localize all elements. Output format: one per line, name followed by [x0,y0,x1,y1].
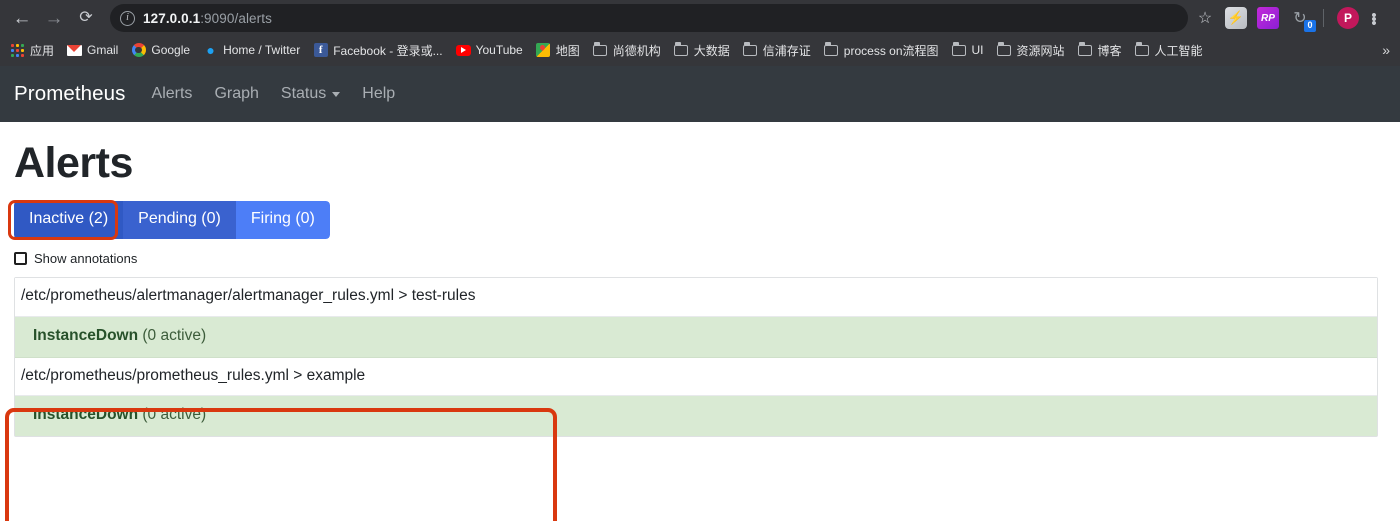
address-bar[interactable]: i 127.0.0.1:9090/alerts [110,4,1188,32]
bookmark-folder-blog[interactable]: 博客 [1078,42,1122,59]
folder-icon [997,42,1012,58]
bookmark-folder-ai[interactable]: 人工智能 [1135,42,1203,59]
bookmark-facebook[interactable]: f Facebook - 登录或... [313,42,443,59]
url-text: 127.0.0.1:9090/alerts [143,11,272,26]
bookmark-label: UI [971,43,984,57]
nav-label: Graph [214,85,259,102]
alert-rule-count: (0 active) [142,326,207,344]
bookmark-label: Google [151,43,191,57]
bookmark-label: 大数据 [693,43,730,58]
nav-item-status[interactable]: Status [280,85,341,103]
bookmark-label: 地图 [555,43,580,58]
bookmark-label: 应用 [30,43,55,58]
extension-cloud-icon[interactable]: ↻ 0 [1289,7,1316,32]
facebook-icon: f [313,43,328,58]
url-path: :9090/alerts [200,10,272,26]
nav-label: Status [280,85,327,102]
bookmarks-bar: 应用 Gmail Google ● Home / Twitter f Faceb… [0,36,1400,64]
bookmarks-overflow-icon[interactable]: » [1382,42,1390,58]
maps-icon [536,43,551,58]
browser-chrome: ← → ⟳ i 127.0.0.1:9090/alerts ☆ ⚡ RP ↻ 0… [0,0,1400,66]
folder-icon [1078,42,1093,58]
nav-item-help[interactable]: Help [362,85,395,103]
bookmark-folder-bigdata[interactable]: 大数据 [674,42,730,59]
youtube-icon [455,43,471,58]
alert-rule-row[interactable]: InstanceDown (0 active) [15,316,1377,358]
folder-icon [1135,42,1150,58]
reload-icon[interactable]: ⟳ [72,4,100,32]
bookmark-label: Home / Twitter [223,43,301,57]
browser-toolbar: ← → ⟳ i 127.0.0.1:9090/alerts ☆ ⚡ RP ↻ 0… [0,0,1400,36]
page-title: Alerts [14,139,133,187]
nav-label: Alerts [151,85,193,102]
tab-firing[interactable]: Firing (0) [235,201,330,239]
avatar[interactable]: P [1337,7,1359,29]
forward-icon[interactable]: → [40,4,68,32]
bookmark-label: YouTube [475,43,523,57]
back-icon[interactable]: ← [8,4,36,32]
show-annotations-label: Show annotations [34,250,138,266]
folder-icon [952,42,967,58]
nav-item-graph[interactable]: Graph [214,85,258,103]
bookmark-label: 信浦存证 [762,43,811,58]
bookmark-label: 资源网站 [1016,43,1065,58]
bookmark-folder-shangde[interactable]: 尚德机构 [593,42,661,59]
alert-rule-name: InstanceDown [33,406,139,424]
bookmark-twitter[interactable]: ● Home / Twitter [203,42,301,58]
chevron-down-icon [332,91,341,97]
bookmark-label: 人工智能 [1154,43,1203,58]
folder-icon [593,42,608,58]
nav-item-alerts[interactable]: Alerts [152,85,193,103]
show-annotations-checkbox[interactable] [14,251,27,265]
show-annotations-row[interactable]: Show annotations [14,251,1386,266]
alert-group-header[interactable]: /etc/prometheus/prometheus_rules.yml > e… [15,357,1377,397]
tab-pending[interactable]: Pending (0) [123,201,236,239]
nav-label: Help [362,85,396,102]
folder-icon [824,42,839,58]
bookmark-folder-processon[interactable]: process on流程图 [824,42,939,59]
bookmark-youtube[interactable]: YouTube [455,43,523,58]
bookmark-maps[interactable]: 地图 [536,42,580,59]
folder-icon [743,42,758,58]
toolbar-divider [1323,9,1324,27]
bookmark-label: process on流程图 [843,43,939,58]
apps-grid-icon [10,43,25,58]
brand-prometheus[interactable]: Prometheus [14,82,126,106]
bookmark-label: 尚德机构 [612,43,661,58]
bookmark-google[interactable]: Google [131,43,190,58]
bookmark-star-icon[interactable]: ☆ [1192,8,1218,28]
twitter-icon: ● [206,42,215,58]
alert-state-tabs: Inactive (2) Pending (0) Firing (0) [14,201,330,239]
bookmark-apps[interactable]: 应用 [10,42,54,59]
browser-menu-icon[interactable]: • • • [1365,8,1383,31]
bookmark-label: Gmail [87,43,119,57]
alerts-table: /etc/prometheus/alertmanager/alertmanage… [14,276,1378,438]
extension-flash-icon[interactable]: ⚡ [1225,7,1247,29]
extension-rp-icon[interactable]: RP [1257,7,1279,29]
tab-inactive[interactable]: Inactive (2) [14,201,124,239]
gmail-icon [67,43,83,58]
bookmark-label: Facebook - 登录或... [333,43,443,58]
extension-badge-count: 0 [1304,20,1316,32]
alerts-page: Alerts Inactive (2) Pending (0) Firing (… [0,139,1400,521]
google-icon [131,43,146,58]
bookmark-folder-resources[interactable]: 资源网站 [997,42,1065,59]
bookmark-label: 博客 [1097,43,1122,58]
alert-rule-row[interactable]: InstanceDown (0 active) [15,396,1377,437]
alert-rule-count: (0 active) [142,406,207,424]
bookmark-gmail[interactable]: Gmail [67,43,118,58]
url-host: 127.0.0.1 [143,10,201,26]
alert-group-header[interactable]: /etc/prometheus/alertmanager/alertmanage… [15,277,1377,317]
folder-icon [674,42,689,58]
site-info-icon[interactable]: i [120,10,135,26]
prometheus-navbar: Prometheus Alerts Graph Status Help [0,66,1400,122]
bookmark-folder-xinpu[interactable]: 信浦存证 [743,42,811,59]
alert-rule-name: InstanceDown [33,326,139,344]
bookmark-folder-ui[interactable]: UI [952,42,984,58]
